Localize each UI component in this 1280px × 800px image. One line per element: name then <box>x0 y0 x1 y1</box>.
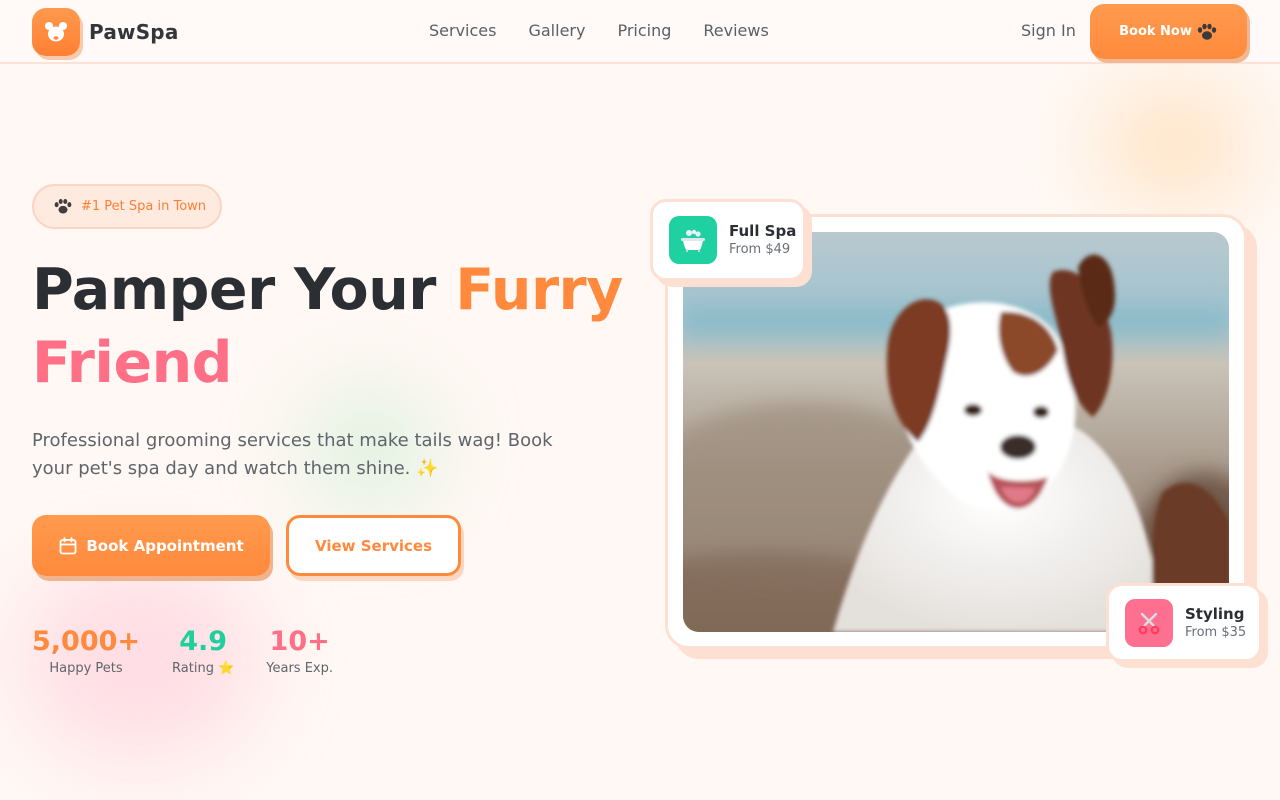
scissors-icon <box>1125 598 1173 647</box>
paw-face-icon <box>32 8 80 56</box>
paw-icon <box>54 198 72 214</box>
book-appointment-button[interactable]: Book Appointment <box>32 515 270 576</box>
tag-text: #1 Pet Spa in Town <box>81 199 207 214</box>
hero-title: Pamper Your Furry Friend <box>32 254 632 400</box>
book-now-button[interactable]: Book Now <box>1090 4 1247 59</box>
stats-row: 5,000+ Happy Pets 4.9 Rating ⭐ 10+ Years… <box>32 624 365 676</box>
main-nav: Services Gallery Pricing Reviews <box>429 21 801 40</box>
stat-label: Years Exp. <box>266 661 333 676</box>
view-services-button[interactable]: View Services <box>286 515 461 576</box>
service-card-text: Full Spa From $49 <box>729 221 796 259</box>
stat-happy-pets: 5,000+ Happy Pets <box>32 624 140 676</box>
stat-value: 10+ <box>269 626 330 657</box>
hero-title-main: Pamper Your <box>32 257 456 323</box>
card-price: From $35 <box>1185 624 1247 640</box>
nav-link-gallery[interactable]: Gallery <box>528 21 585 40</box>
card-price: From $49 <box>729 242 791 257</box>
card-title: Full Spa <box>729 222 797 240</box>
service-card-text: Styling From $35 <box>1185 604 1246 642</box>
service-card-full-spa[interactable]: Full Spa From $49 <box>650 199 806 281</box>
hero-description: Professional grooming services that make… <box>32 430 553 479</box>
stat-value: 5,000+ <box>32 626 141 657</box>
service-card-styling[interactable]: Styling From $35 <box>1106 583 1262 662</box>
sign-in-link[interactable]: Sign In <box>1021 21 1076 40</box>
stat-value: 4.9 <box>179 626 228 657</box>
nav-link-reviews[interactable]: Reviews <box>703 21 768 40</box>
stat-label: Rating ⭐ <box>172 661 235 676</box>
book-appointment-label: Book Appointment <box>86 536 244 555</box>
dog-photo <box>683 232 1229 632</box>
top-navbar: PawSpa Services Gallery Pricing Reviews … <box>0 0 1280 64</box>
hero-title-highlight-furry: Furry <box>455 257 623 323</box>
stat-rating: 4.9 Rating ⭐ <box>172 624 234 676</box>
card-title: Styling <box>1185 604 1245 623</box>
paw-icon <box>1197 23 1217 40</box>
stat-years: 10+ Years Exp. <box>266 624 333 676</box>
tag-badge: #1 Pet Spa in Town <box>32 184 222 229</box>
stat-label: Happy Pets <box>49 661 123 676</box>
decor-blob-orange <box>1100 85 1250 205</box>
nav-link-pricing[interactable]: Pricing <box>617 21 671 40</box>
nav-link-services[interactable]: Services <box>429 21 496 40</box>
brand-logo[interactable]: PawSpa <box>32 8 179 56</box>
brand-name: PawSpa <box>89 20 179 44</box>
book-now-label: Book Now <box>1119 24 1192 39</box>
calendar-icon <box>59 536 77 554</box>
hero-title-highlight-friend: Friend <box>32 330 232 396</box>
bathtub-icon <box>669 216 717 264</box>
